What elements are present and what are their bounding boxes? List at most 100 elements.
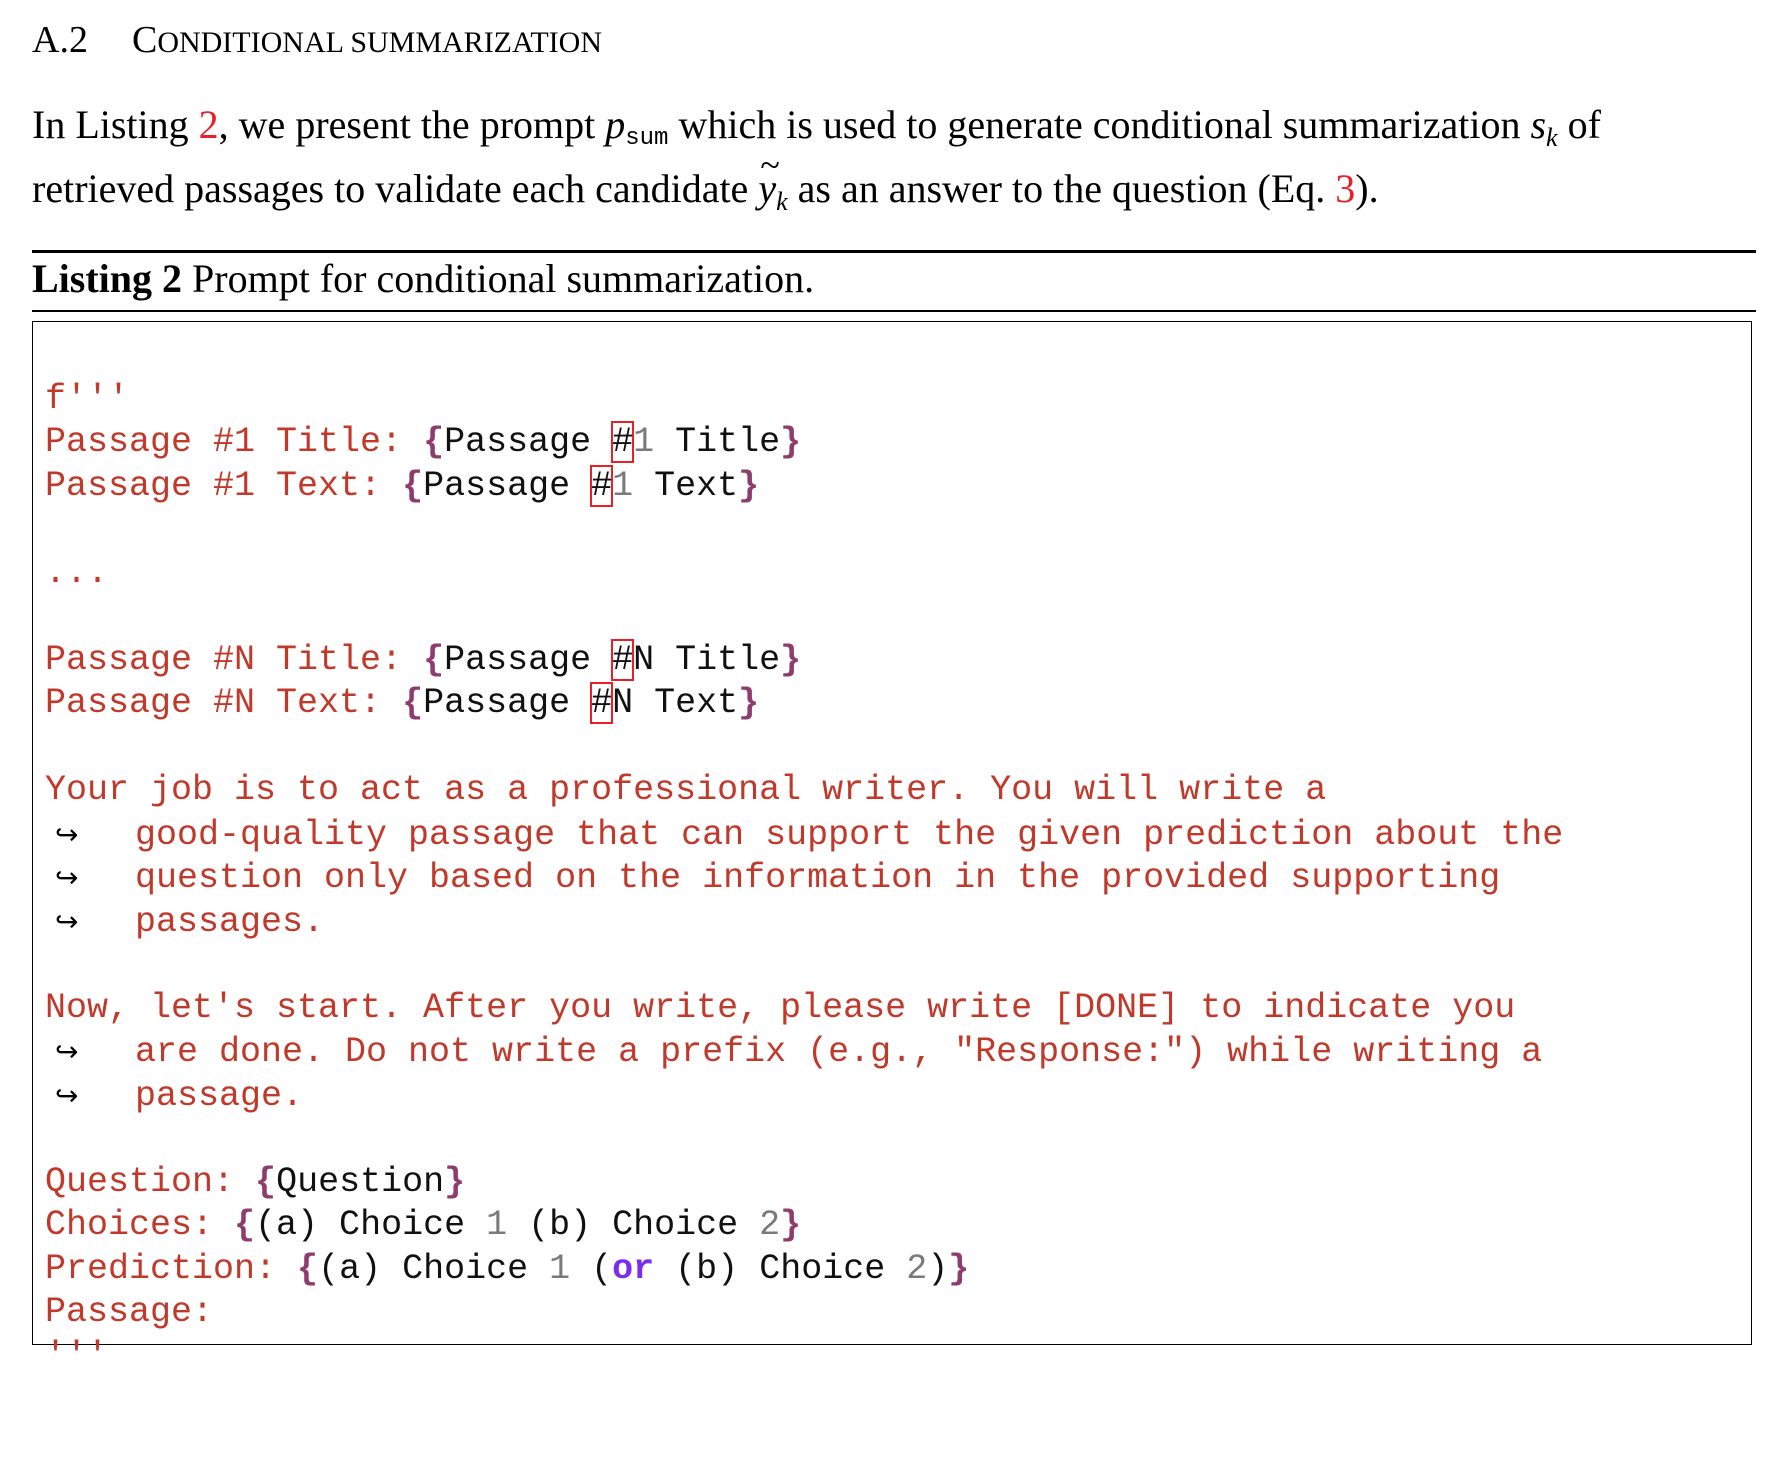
code-brace: } [780,422,802,462]
code-placeholder: Text [633,465,739,506]
code-keyword: or [612,1248,655,1289]
listing-label: Listing 2 [32,256,183,301]
code-placeholder: Title [654,639,781,680]
code-number: 1 [612,465,634,506]
code-placeholder: Title [654,422,781,462]
math-p-subscript: sum [625,125,669,152]
code-number: 1 [633,422,655,462]
hash-highlight: # [590,464,614,507]
code-paren: ) [927,1248,949,1289]
code-line: Prediction: {(a) Choice 1 (or (b) Choice… [45,1248,1563,1292]
code-number: 1 [486,1205,508,1245]
line-continuation-icon: ↪ [55,1078,79,1112]
code-paren: ( [591,1248,613,1289]
code-line: Question: {Question} [45,1161,1563,1205]
code-block: f''' Passage #1 Title: {Passage #1 Title}… [45,334,1563,1465]
code-ellipsis: ... [45,552,109,593]
code-brace: } [780,639,802,680]
intro-line-2: retrieved passages to validate each cand… [32,140,1752,227]
listing-caption-rule [32,310,1756,312]
code-placeholder: Passage [444,639,613,680]
line-continuation-icon: ↪ [55,817,79,851]
hash-highlight: # [590,682,614,724]
code-placeholder: Passage [423,465,592,506]
listing-ref-link[interactable]: 2 [199,102,219,147]
math-p: p [605,102,626,147]
code-line: Passage #N Text: {Passage #N Text} [45,682,1563,726]
code-line: ... [45,552,1563,596]
equation-ref-link[interactable]: 3 [1335,166,1355,211]
listing-caption-text: Prompt for conditional summarization. [182,256,815,301]
line-continuation-icon: ↪ [55,904,79,938]
instruction-text: question only based on the information i… [135,858,1501,898]
math-s-subscript: k [1546,123,1558,152]
code-key: Prediction: [45,1248,298,1289]
code-number: 2 [906,1248,928,1289]
code-brace: { [255,1161,277,1202]
hash-highlight: # [611,421,635,463]
code-number: 1 [549,1248,571,1289]
intro-text: In Listing [32,102,199,147]
intro-text: as an answer to the question (Eq. [787,166,1336,211]
code-placeholder: N [612,683,634,723]
intro-text: , we present the prompt [218,102,606,147]
code-line: Choices: {(a) Choice 1 (b) Choice 2} [45,1204,1563,1248]
listing-caption: Listing 2 Prompt for conditional summari… [32,252,814,306]
intro-text: of [1557,102,1601,147]
code-fstring-close: ''' [45,1335,109,1376]
code-line: ''' [45,1335,1563,1379]
intro-line-1: In Listing 2, we present the prompt psum… [32,100,1752,164]
code-placeholder: N [633,639,655,680]
code-brace: } [738,465,760,506]
section-title-rest: ONDITIONAL SUMMARIZATION [157,26,602,59]
code-fstring-open: f''' [45,378,130,419]
code-line: Passage: [45,1291,1563,1335]
code-line: Passage #1 Title: {Passage #1 Title} [45,421,1563,465]
code-key: Passage #1 Text: [45,465,403,506]
code-line: Your job is to act as a professional wri… [45,769,1563,813]
code-line: Passage #N Title: {Passage #N Title} [45,638,1563,683]
intro-text: ). [1355,166,1379,211]
instruction-text: passages. [135,901,325,942]
line-continuation-icon: ↪ [55,1035,79,1068]
code-brace: { [423,422,445,462]
code-number: 2 [759,1205,781,1245]
code-key: Passage: [45,1292,214,1332]
intro-text: retrieved passages to validate each cand… [32,166,759,211]
code-placeholder: Passage [423,683,592,723]
code-line: ↪ passages. [45,900,1563,944]
code-brace: { [402,465,424,506]
code-line: Now, let's start. After you write, pleas… [45,987,1563,1031]
code-line: ↪ are done. Do not write a prefix (e.g., … [45,1030,1563,1074]
instruction-text: are done. Do not write a prefix (e.g., "… [135,1032,1543,1072]
code-brace: } [738,683,760,723]
code-brace: } [444,1161,466,1202]
code-placeholder: Text [633,683,739,723]
code-key: Question: [45,1161,256,1202]
code-brace: } [948,1248,970,1289]
section-number: A.2 [32,19,88,61]
line-continuation-icon: ↪ [55,861,79,894]
section-heading: A.2 CONDITIONAL SUMMARIZATION [32,14,602,69]
hash-highlight: # [611,638,635,681]
math-s: s [1530,102,1547,147]
code-line: ↪ good-quality passage that can support t… [45,813,1563,857]
instruction-text: passage. [135,1075,304,1116]
math-y-subscript: k [776,187,788,216]
math-y-tilde: y [758,140,779,214]
intro-paragraph: In Listing 2, we present the prompt psum… [32,100,1752,227]
code-brace: { [402,683,424,723]
code-key: Choices: [45,1205,235,1245]
code-placeholder: (a) Choice [318,1248,550,1289]
code-line: f''' [45,378,1563,422]
code-placeholder: Passage [444,422,613,462]
code-listing: f''' Passage #1 Title: {Passage #1 Title}… [32,321,1752,1376]
section-title-initial: C [131,19,158,61]
code-placeholder: Question [276,1161,445,1202]
code-brace: { [297,1248,319,1289]
instruction-text: Your job is to act as a professional wri… [45,770,1327,810]
